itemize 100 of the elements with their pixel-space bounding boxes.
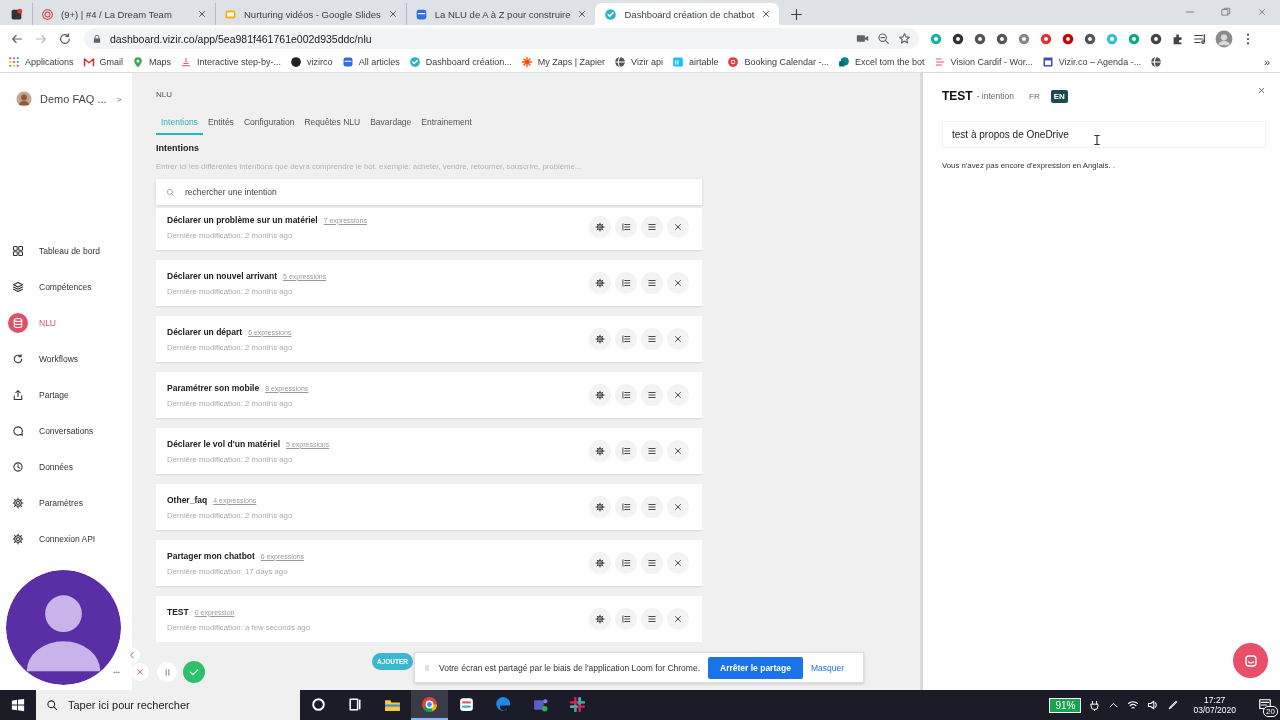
bookmark[interactable]: Dashboard création... [408,56,512,68]
close-button[interactable] [667,440,689,462]
bot-name[interactable]: Demo FAQ ... [40,93,107,105]
close-icon[interactable] [387,9,398,19]
numbered-list-button[interactable] [615,384,637,406]
nav-item[interactable]: Workflows [0,341,132,377]
numbered-list-button[interactable] [615,272,637,294]
tab[interactable]: Entités [202,117,239,135]
close-icon[interactable] [197,9,207,19]
media-icon[interactable] [1193,31,1207,46]
stop-sharing-button[interactable]: Arrêter le partage [708,656,803,679]
close-button[interactable] [667,328,689,350]
bookmark[interactable]: Excel tom the bot [838,56,925,68]
windows-icon[interactable] [11,698,25,712]
globe-icon[interactable] [1150,56,1163,68]
language-tab[interactable]: EN [1050,89,1068,103]
settings-button[interactable] [589,384,611,406]
list-button[interactable] [641,384,663,406]
nav-item[interactable]: NLU [0,305,132,341]
close-button[interactable] [667,608,689,630]
close-button[interactable] [667,552,689,574]
puzzle-icon[interactable] [1171,31,1185,46]
bookmark[interactable]: My Zaps | Zapier [520,56,606,68]
tab[interactable]: Configuration [238,117,300,135]
bookmark[interactable]: All articles [341,56,400,68]
language-tab[interactable]: FR [1026,89,1043,103]
bookmark[interactable]: Vizir api [614,56,663,68]
close-icon[interactable] [577,9,588,19]
close-icon[interactable] [761,9,772,19]
numbered-list-button[interactable] [615,328,637,350]
address-bar[interactable]: dashboard.vizir.co/app/5ea981f461761e002d935ddc/nlu [84,28,919,49]
bookmark[interactable]: Vision Cardif - Wor... [933,56,1033,68]
numbered-list-button[interactable] [615,496,637,518]
bookmark[interactable]: Vizir.co – Agenda -... [1041,56,1142,68]
settings-button[interactable] [589,552,611,574]
tab[interactable]: Entrainement [416,117,477,135]
hide-link[interactable]: Masquer [810,662,844,673]
camera-icon[interactable] [856,32,869,45]
numbered-list-button[interactable] [615,440,637,462]
taskbar-search-field[interactable]: Taper ici pour rechercher [36,690,300,720]
settings-button[interactable] [589,328,611,350]
volume-icon[interactable] [1147,699,1160,711]
nav-item[interactable]: Données [0,449,132,485]
browser-tab[interactable]: Dashboard création de chatbot [595,3,780,25]
bookmark[interactable]: vizirco [290,56,333,68]
star-icon[interactable] [898,32,911,45]
expression-field[interactable]: test à propos de OneDrive [942,121,1266,148]
settings-button[interactable] [589,216,611,238]
clock-date[interactable]: 03/07/2020 [1193,705,1236,715]
settings-button[interactable] [589,272,611,294]
close-icon[interactable] [1257,85,1266,95]
tab[interactable]: Requêtes NLU [299,117,366,135]
extension-icon[interactable] [1149,31,1163,46]
bookmark[interactable]: Booking Calendar -... [727,56,829,68]
list-button[interactable] [641,216,663,238]
clock-time[interactable]: 17:27 [1204,695,1226,705]
search-field[interactable]: rechercher une intention [156,179,702,205]
numbered-list-button[interactable] [615,216,637,238]
chevron[interactable]: > [116,94,122,104]
extension-icon[interactable] [1083,31,1097,46]
close-button[interactable] [667,496,689,518]
close-button[interactable] [667,384,689,406]
zoom-icon[interactable] [877,32,890,45]
list-button[interactable] [641,608,663,630]
extension-icon[interactable] [973,31,987,46]
list-button[interactable] [641,328,663,350]
nav-item[interactable]: Tableau de bord [0,233,132,269]
restore-icon[interactable] [1221,7,1231,17]
list-button[interactable] [641,496,663,518]
bookmark[interactable]: Gmail [82,56,124,68]
settings-button[interactable] [589,440,611,462]
list-button[interactable] [641,552,663,574]
close-button[interactable] [667,216,689,238]
settings-button[interactable] [589,496,611,518]
drag-handle-icon[interactable] [423,663,431,672]
app-icon[interactable] [9,7,23,21]
taskbar-app[interactable] [411,690,448,720]
bookmark[interactable]: Maps [132,56,172,68]
plug-icon[interactable] [1089,699,1101,711]
bookmark[interactable]: Interactive step-by-... [180,56,282,68]
wifi-icon[interactable] [1127,699,1140,711]
bookmark[interactable]: airtable [671,56,719,68]
extension-icon[interactable] [995,31,1009,46]
more-bookmarks-button[interactable]: » [1263,56,1270,68]
extension-icon[interactable] [1061,31,1075,46]
nav-item[interactable]: Paramètres [0,485,132,521]
pen-icon[interactable] [1167,699,1180,711]
nav-item[interactable]: Conversations [0,413,132,449]
avatar-icon[interactable] [1215,29,1233,48]
numbered-list-button[interactable] [615,608,637,630]
list-button[interactable] [641,272,663,294]
tab[interactable]: Bavardage [365,117,417,135]
numbered-list-button[interactable] [615,552,637,574]
nav-item[interactable]: Compétences [0,269,132,305]
nav-item[interactable]: Partage [0,377,132,413]
list-button[interactable] [641,440,663,462]
extension-icon[interactable] [951,31,965,46]
bookmark[interactable]: Applications [8,56,74,68]
settings-button[interactable] [589,608,611,630]
close-button[interactable] [667,272,689,294]
